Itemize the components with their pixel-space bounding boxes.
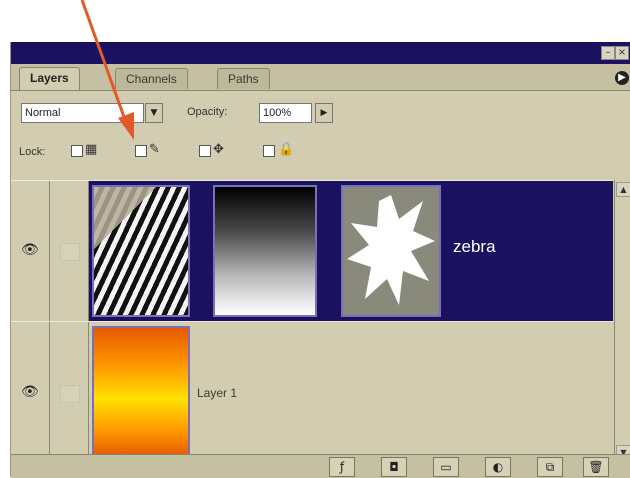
add-mask-icon[interactable]: ◘ [381,457,407,477]
new-layer-icon[interactable]: ⧉ [537,457,563,477]
palette-menu-icon[interactable]: ▶ [615,71,629,85]
blend-mode-value: Normal [25,107,61,119]
lock-transparency-checkbox[interactable] [71,145,83,157]
vector-mask-thumbnail[interactable] [341,185,441,317]
scroll-up-icon[interactable]: ▲ [616,182,630,197]
lock-row: Lock: ▦ ✎ ✥ 🔒 [11,140,630,164]
palette-bottom-bar: ƒ ◘ ▭ ◐ ⧉ 🗑 [11,454,630,478]
lock-label: Lock: [19,146,46,158]
layer-name[interactable]: Layer 1 [197,386,237,400]
opacity-label: Opacity: [187,106,228,118]
tab-channels[interactable]: Channels [115,68,188,89]
brush-icon: ✎ [149,142,160,157]
opacity-value: 100% [263,107,292,119]
new-set-icon[interactable]: ▭ [433,457,459,477]
layers-scrollbar[interactable]: ▲ ▼ [614,180,630,462]
eye-icon: 👁 [21,383,39,400]
link-toggle[interactable] [50,181,89,321]
lock-image-checkbox[interactable] [135,145,147,157]
link-icon [60,243,80,261]
layer-thumbnail[interactable] [92,326,190,458]
trash-icon[interactable]: 🗑 [583,457,609,477]
layer-thumbnail[interactable] [92,185,190,317]
close-icon[interactable]: × [615,46,629,60]
move-icon: ✥ [213,142,224,157]
palette-title-bar[interactable]: – × [11,42,630,64]
layers-list: 👁 zebra 👁 Layer 1 [11,180,613,464]
starburst-shape [347,195,435,305]
layer-name[interactable]: zebra [453,237,496,257]
layers-palette: – × Layers Channels Paths ▶ Normal ▼ Opa… [10,42,630,478]
link-icon [60,384,80,403]
layer-row-layer-1[interactable]: 👁 Layer 1 [11,321,613,464]
visibility-toggle[interactable]: 👁 [11,322,50,463]
tab-layers[interactable]: Layers [19,67,80,90]
palette-tabs: Layers Channels Paths ▶ [11,64,630,91]
tab-paths[interactable]: Paths [217,68,270,89]
opacity-slider-icon[interactable]: ▶ [315,103,333,123]
chevron-down-icon[interactable]: ▼ [145,103,163,123]
minimize-icon[interactable]: – [601,46,615,60]
layer-mask-thumbnail[interactable] [213,185,317,317]
layer-style-icon[interactable]: ƒ [329,457,355,477]
layer-row-zebra[interactable]: 👁 zebra [11,180,613,322]
blend-mode-select[interactable]: Normal ▼ [21,103,163,123]
transparency-icon: ▦ [85,142,98,157]
lock-icon: 🔒 [278,142,295,157]
opacity-field[interactable]: 100% ▶ [259,103,333,123]
visibility-toggle[interactable]: 👁 [11,181,50,321]
blend-row: Normal ▼ Opacity: 100% ▶ [11,100,630,126]
lock-all-checkbox[interactable] [263,145,275,157]
eye-icon: 👁 [21,242,39,258]
adjustment-layer-icon[interactable]: ◐ [485,457,511,477]
lock-position-checkbox[interactable] [199,145,211,157]
link-toggle[interactable] [50,322,89,463]
